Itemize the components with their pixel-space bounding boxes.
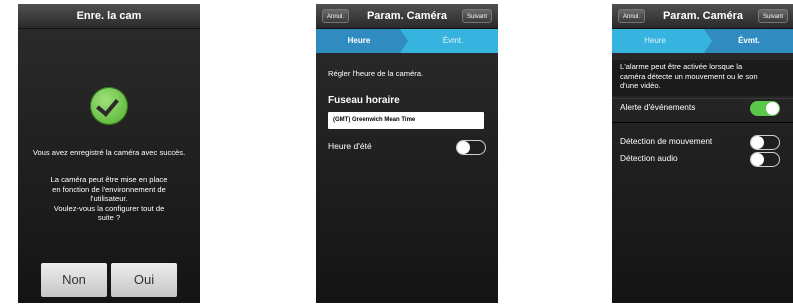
- step-time-label[interactable]: Heure: [612, 29, 698, 53]
- title-bar: Enre. la cam: [18, 4, 200, 29]
- step-event-label: Évmt.: [704, 29, 793, 53]
- audio-detection-toggle[interactable]: [750, 152, 780, 167]
- step-indicator: Heure Évmt.: [612, 29, 793, 53]
- description-line-2: caméra détecte un mouvement ou le son: [620, 71, 758, 81]
- timezone-heading: Fuseau horaire: [328, 95, 400, 106]
- info-line-1: La caméra peut être mise en place: [50, 175, 168, 184]
- divider: [612, 98, 793, 99]
- register-camera-screen: Enre. la cam Vous avez enregistré la cam…: [18, 4, 200, 303]
- toggle-knob: [766, 102, 779, 115]
- next-button[interactable]: Suivant: [757, 9, 788, 23]
- info-line-4: Voulez-vous la configurer tout de: [53, 203, 165, 213]
- info-line-5: suite ?: [97, 213, 121, 222]
- toggle-knob: [751, 136, 764, 149]
- success-message: Vous avez enregistré la caméra avec succ…: [32, 148, 186, 157]
- camera-settings-event-screen: Param. Caméra Annul. Suivant Heure Évmt.…: [612, 4, 793, 303]
- step-event-label[interactable]: Évmt.: [408, 29, 498, 53]
- camera-settings-time-screen: Param. Caméra Annul. Suivant Heure Évmt.…: [316, 4, 498, 303]
- info-line-3: l'utilisateur.: [90, 194, 128, 203]
- step-indicator: Heure Évmt.: [316, 29, 498, 53]
- title-bar: Param. Caméra Annul. Suivant: [316, 4, 498, 29]
- dst-toggle[interactable]: [456, 140, 486, 155]
- motion-detection-toggle[interactable]: [750, 135, 780, 150]
- info-line-2: en fonction de l'environnement de: [52, 184, 166, 194]
- event-alert-label: Alerte d'événements: [620, 102, 696, 112]
- motion-detection-label: Détection de mouvement: [620, 136, 713, 146]
- check-circle-icon: [90, 87, 128, 125]
- event-alert-toggle[interactable]: [750, 101, 780, 116]
- description-line-3: d'une vidéo.: [620, 81, 661, 90]
- title-bar: Param. Caméra Annul. Suivant: [612, 4, 793, 29]
- screen-title: Enre. la cam: [76, 10, 142, 22]
- divider: [612, 122, 793, 123]
- timezone-select[interactable]: (GMT) Greenwich Mean Time: [328, 112, 484, 129]
- yes-button[interactable]: Oui: [111, 263, 177, 297]
- toggle-knob: [457, 141, 470, 154]
- no-button[interactable]: Non: [41, 263, 107, 297]
- step-time-label: Heure: [347, 36, 371, 45]
- audio-detection-label: Détection audio: [620, 153, 678, 163]
- dst-label: Heure d'été: [328, 141, 372, 151]
- cancel-button[interactable]: Annul.: [618, 9, 646, 23]
- description-line-1: L'alarme peut être activée lorsque la: [620, 62, 743, 71]
- next-button[interactable]: Suivant: [461, 9, 492, 23]
- instruction-text: Régler l'heure de la caméra.: [328, 69, 424, 78]
- toggle-knob: [751, 153, 764, 166]
- cancel-button[interactable]: Annul.: [322, 9, 350, 23]
